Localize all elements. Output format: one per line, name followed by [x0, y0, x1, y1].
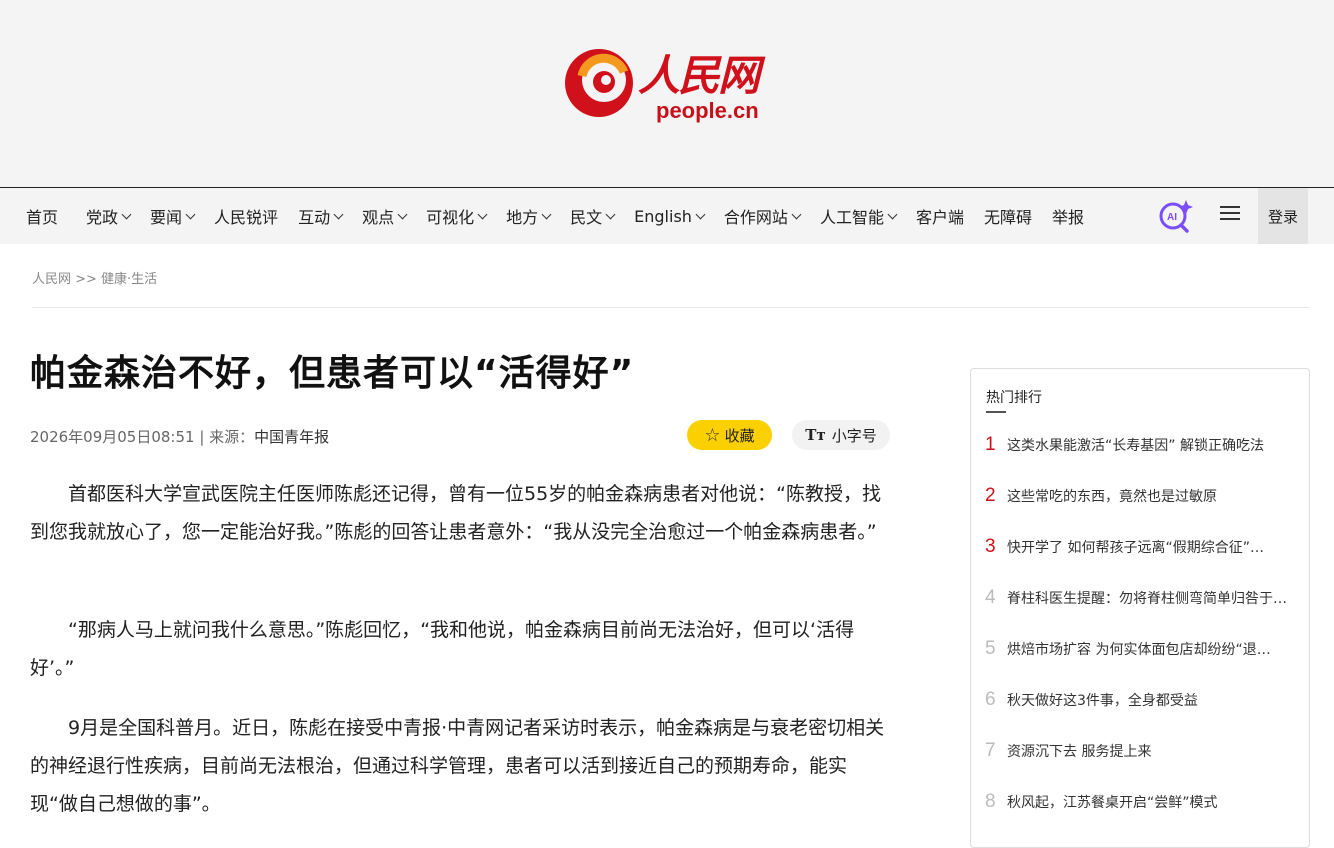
chevron-down-icon	[605, 209, 616, 219]
ai-search-icon[interactable]: AI	[1156, 198, 1196, 234]
chevron-down-icon	[541, 209, 552, 219]
breadcrumb[interactable]: 人民网 >> 健康·生活	[32, 268, 157, 287]
nav-item[interactable]: 无障碍	[976, 204, 1040, 228]
nav-item[interactable]: 举报	[1044, 204, 1092, 228]
ranking-number: 8	[985, 791, 996, 812]
nav-item-label: 地方	[506, 208, 539, 227]
nav-item[interactable]: 地方	[498, 204, 558, 228]
source-prefix: | 来源：	[194, 428, 255, 446]
chevron-down-icon	[333, 209, 344, 219]
people-cn-logo[interactable]: 人民网 people.cn	[562, 40, 782, 130]
nav-item[interactable]: 观点	[354, 204, 414, 228]
chevron-down-icon	[887, 209, 898, 219]
ranking-item[interactable]: 3 快开学了 如何帮孩子远离“假期综合征”…	[985, 535, 1295, 559]
nav-item[interactable]: 民文	[562, 204, 622, 228]
ranking-headline: 快开学了 如何帮孩子远离“假期综合征”…	[1007, 540, 1264, 556]
star-icon: ☆	[704, 424, 721, 446]
ranking-headline: 秋天做好这3件事，全身都受益	[1007, 693, 1198, 709]
nav-item[interactable]: 要闻	[142, 204, 202, 228]
nav-item-label: 举报	[1051, 208, 1084, 227]
ranking-headline: 烘焙市场扩容 为何实体面包店却纷纷“退…	[1007, 642, 1271, 658]
font-size-icon: Tт	[805, 426, 826, 444]
article-meta: 2026年09月05日08:51 | 来源：中国青年报	[30, 426, 329, 447]
ranking-item[interactable]: 1 这类水果能激活“长寿基因” 解锁正确吃法	[985, 433, 1295, 457]
nav-items: 首页 党政 要闻 人民锐评 互动 观点 可视化 地方 民文 English 合作网站 人工智能 客户端无…	[18, 188, 1096, 244]
nav-item-label: 首页	[26, 208, 59, 227]
ranking-item[interactable]: 4 脊柱科医生提醒：勿将脊柱侧弯简单归咎于…	[985, 586, 1295, 610]
nav-item-label: 观点	[362, 208, 395, 227]
chevron-down-icon	[791, 209, 802, 219]
nav-item-label: 互动	[298, 208, 331, 227]
nav-item[interactable]: 人民锐评	[206, 204, 286, 228]
logo-text-en: people.cn	[656, 98, 759, 123]
divider	[32, 307, 1310, 308]
ranking-number: 5	[985, 638, 996, 659]
article-title: 帕金森治不好，但患者可以“活得好”	[30, 353, 635, 394]
hot-ranking-title: 热门排行	[986, 390, 1042, 406]
ranking-item[interactable]: 2 这些常吃的东西，竟然也是过敏原	[985, 484, 1295, 508]
nav-item[interactable]: 客户端	[908, 204, 972, 228]
nav-item[interactable]: 党政	[78, 204, 138, 228]
nav-item-label: 人民锐评	[214, 208, 279, 227]
ranking-headline: 脊柱科医生提醒：勿将脊柱侧弯简单归咎于…	[1007, 591, 1287, 607]
favorite-button[interactable]: ☆ 收藏	[687, 420, 772, 450]
nav-item-label: 合作网站	[723, 208, 788, 227]
nav-item-label: 人工智能	[819, 208, 884, 227]
hot-ranking-panel: 热门排行 1 这类水果能激活“长寿基因” 解锁正确吃法 2 这些常吃的东西，竟然也是过…	[970, 368, 1310, 848]
nav-item-label: 客户端	[915, 208, 964, 227]
chevron-down-icon	[477, 209, 488, 219]
article-source[interactable]: 中国青年报	[254, 428, 329, 446]
nav-item-label: 党政	[86, 208, 119, 227]
chevron-down-icon	[695, 209, 706, 219]
article-paragraph: 9月是全国科普月。近日，陈彪在接受中青报·中青网记者采访时表示，帕金森病是与衰老…	[30, 717, 885, 815]
ranking-item[interactable]: 8 秋风起，江苏餐桌开启“尝鲜”模式	[985, 790, 1295, 814]
ranking-number: 1	[985, 434, 996, 455]
ranking-item[interactable]: 5 烘焙市场扩容 为何实体面包店却纷纷“退…	[985, 637, 1295, 661]
masthead: 人民网 people.cn	[0, 0, 1334, 188]
nav-item-label: English	[634, 206, 692, 226]
ranking-headline: 资源沉下去 服务提上来	[1007, 744, 1152, 760]
nav-item[interactable]: 首页	[18, 204, 66, 228]
main-nav: 首页 党政 要闻 人民锐评 互动 观点 可视化 地方 民文 English 合作网站 人工智能 客户端无…	[0, 188, 1334, 244]
nav-item-label: 要闻	[150, 208, 183, 227]
article-paragraph: 首都医科大学宣武医院主任医师陈彪还记得，曾有一位55岁的帕金森病患者对他说：“陈…	[30, 483, 882, 543]
svg-text:AI: AI	[1167, 212, 1177, 223]
hamburger-menu-icon[interactable]	[1220, 202, 1244, 230]
ranking-item[interactable]: 6 秋天做好这3件事，全身都受益	[985, 688, 1295, 712]
article-paragraph: “那病人马上就问我什么意思。”陈彪回忆，“我和他说，帕金森病目前尚无法治好，但可…	[30, 619, 855, 679]
chevron-down-icon	[121, 209, 132, 219]
ranking-number: 7	[985, 740, 996, 761]
chevron-down-icon	[397, 209, 408, 219]
font-size-label: 小字号	[831, 426, 877, 445]
title-underline	[986, 411, 1006, 413]
nav-item-label: 无障碍	[983, 208, 1032, 227]
ranking-number: 2	[985, 485, 996, 506]
ranking-item[interactable]: 7 资源沉下去 服务提上来	[985, 739, 1295, 763]
font-size-button[interactable]: Tт 小字号	[792, 420, 890, 450]
logo-text-cn: 人民网	[638, 51, 760, 100]
ranking-number: 3	[985, 536, 996, 557]
nav-item-label: 民文	[570, 208, 603, 227]
article-date: 2026年09月05日08:51	[30, 428, 195, 446]
nav-item[interactable]: 可视化	[418, 204, 494, 228]
chevron-down-icon	[185, 209, 196, 219]
nav-item[interactable]: 合作网站	[716, 204, 808, 228]
logo-emblem-icon	[565, 49, 633, 117]
login-button[interactable]: 登录	[1258, 188, 1308, 244]
ranking-headline: 这类水果能激活“长寿基因” 解锁正确吃法	[1007, 438, 1264, 454]
ranking-number: 4	[985, 587, 996, 608]
favorite-label: 收藏	[724, 426, 755, 445]
ranking-number: 6	[985, 689, 996, 710]
nav-item[interactable]: 人工智能	[812, 204, 904, 228]
nav-item[interactable]: English	[626, 207, 712, 226]
nav-item[interactable]: 互动	[290, 204, 350, 228]
nav-item-label: 可视化	[426, 208, 475, 227]
ranking-headline: 这些常吃的东西，竟然也是过敏原	[1007, 489, 1217, 505]
ranking-headline: 秋风起，江苏餐桌开启“尝鲜”模式	[1007, 795, 1218, 811]
